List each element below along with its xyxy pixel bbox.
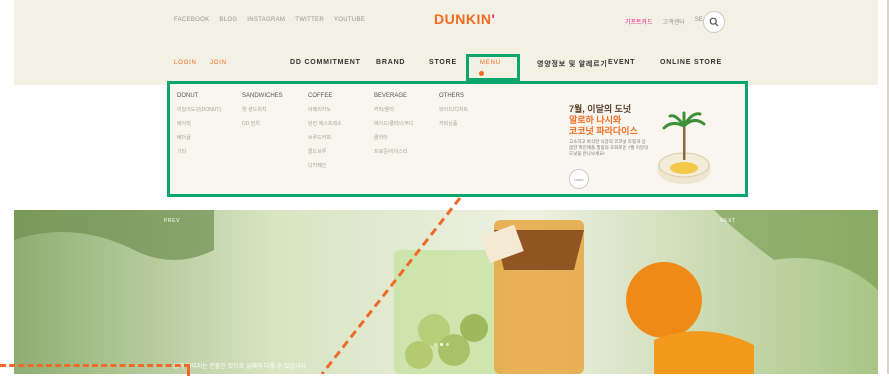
menu-link[interactable]: 와이드/디저트: [439, 106, 468, 113]
main-nav: LOGIN JOIN DD COMMITMENT BRAND STORE MEN…: [14, 42, 878, 85]
promo-line-3: 코코넛 파라다이스: [569, 126, 638, 136]
gift-card-link[interactable]: 기프트카드: [625, 17, 653, 26]
menu-link[interactable]: 베이글: [177, 134, 221, 141]
nav-store[interactable]: STORE: [429, 59, 457, 66]
login-link[interactable]: LOGIN: [174, 60, 197, 66]
menu-link[interactable]: 콜드브루: [308, 148, 342, 155]
col-title-beverage[interactable]: BEVERAGE: [374, 93, 414, 99]
logo-text: DUNKIN: [434, 11, 492, 27]
customer-center-link[interactable]: 고객센터: [663, 17, 685, 26]
nav-online-store[interactable]: ONLINE STORE: [660, 59, 722, 66]
search-icon: [709, 17, 719, 27]
promo-line-2: 알로하 나시와: [569, 115, 622, 125]
menu-link[interactable]: 기타: [177, 148, 221, 155]
annotation-dash-vertical: [187, 364, 190, 376]
menu-link[interactable]: 커피상품: [439, 120, 468, 127]
menu-link[interactable]: 던킨 에스프레소: [308, 120, 342, 127]
donut-promo-image: [657, 111, 711, 184]
menu-link[interactable]: 에이드/쿨러/스무디: [374, 120, 414, 127]
hero-dot[interactable]: [446, 343, 449, 346]
hero-dot[interactable]: [434, 343, 437, 346]
menu-link[interactable]: 핫 샌드위치: [242, 106, 283, 113]
col-donut: DONUT 이달의도넛(DONUT) 베이직 베이글 기타: [177, 93, 221, 162]
menu-link[interactable]: 이달의도넛(DONUT): [177, 106, 221, 113]
menu-link[interactable]: 브루드커피: [308, 134, 342, 141]
col-sandwiches: SANDWICHES 핫 샌드위치 DD 먼치: [242, 93, 283, 134]
menu-link[interactable]: 프로즌/아이스티: [374, 148, 414, 155]
social-links: FACEBOOK BLOG INSTAGRAM TWITTER YOUTUBE: [174, 17, 365, 23]
col-title-coffee[interactable]: COFFEE: [308, 93, 342, 99]
facebook-link[interactable]: FACEBOOK: [174, 17, 209, 23]
menu-link[interactable]: 디카페인: [308, 162, 342, 169]
dunkin-logo[interactable]: DUNKIN': [434, 11, 495, 27]
twitter-link[interactable]: TWITTER: [295, 17, 324, 23]
nav-brand[interactable]: BRAND: [376, 59, 405, 66]
hero-prev-button[interactable]: PREV: [164, 218, 180, 224]
promo-heading: 7월, 이달의 도넛 알로하 나시와 코코넛 파라다이스: [569, 104, 638, 137]
search-button[interactable]: [703, 11, 725, 33]
hero-pagination: [434, 343, 449, 346]
hero-image: [14, 210, 878, 374]
hero-caption: 상기 이미지는 연출된 컷으로 실제와 다를 수 있습니다: [173, 364, 307, 370]
nav-nutrition-allergy[interactable]: 영양정보 및 알레르기: [537, 59, 608, 69]
hero-next-button[interactable]: NEXT: [720, 218, 736, 224]
col-title-sandwiches[interactable]: SANDWICHES: [242, 93, 283, 99]
join-link[interactable]: JOIN: [210, 60, 227, 66]
col-title-others[interactable]: OTHERS: [439, 93, 468, 99]
col-beverage: BEVERAGE 커피/쿨러 에이드/쿨러/스무디 쿨라타 프로즌/아이스티: [374, 93, 414, 162]
instagram-link[interactable]: INSTAGRAM: [247, 17, 285, 23]
menu-highlight-box: [466, 54, 520, 81]
hero-dot-active[interactable]: [440, 343, 443, 346]
menu-active-dot: [479, 71, 484, 76]
promo-title: 7월, 이달의 도넛: [569, 104, 632, 114]
menu-link[interactable]: 쿨라타: [374, 134, 414, 141]
menu-link[interactable]: DD 먼치: [242, 120, 283, 127]
col-coffee: COFFEE 아메리카노 던킨 에스프레소 브루드커피 콜드브루 디카페인: [308, 93, 342, 176]
nav-event[interactable]: EVENT: [608, 59, 635, 66]
youtube-link[interactable]: YOUTUBE: [334, 17, 365, 23]
menu-dropdown: DONUT 이달의도넛(DONUT) 베이직 베이글 기타 SANDWICHES…: [167, 81, 748, 197]
nav-dd-commitment[interactable]: DD COMMITMENT: [290, 59, 361, 66]
col-others: OTHERS 와이드/디저트 커피상품: [439, 93, 468, 134]
promo-more-button[interactable]: more: [569, 169, 589, 189]
annotation-dash-horizontal: [0, 364, 190, 367]
blog-link[interactable]: BLOG: [219, 17, 237, 23]
utility-bar: FACEBOOK BLOG INSTAGRAM TWITTER YOUTUBE …: [14, 0, 878, 42]
hero-banner: PREV NEXT 상기 이미지는 연출된 컷으로 실제와 다를 수 있습니다: [14, 210, 878, 374]
menu-link[interactable]: 베이직: [177, 120, 221, 127]
menu-link[interactable]: 커피/쿨러: [374, 106, 414, 113]
col-title-donut[interactable]: DONUT: [177, 93, 221, 99]
logo-mark: ': [491, 11, 496, 27]
menu-link[interactable]: 아메리카노: [308, 106, 342, 113]
promo-description: 고소하고 바삭한 식감의 코코넛 토핑과 상큼한 파인애플 필링의 조화로운 7…: [569, 139, 649, 156]
